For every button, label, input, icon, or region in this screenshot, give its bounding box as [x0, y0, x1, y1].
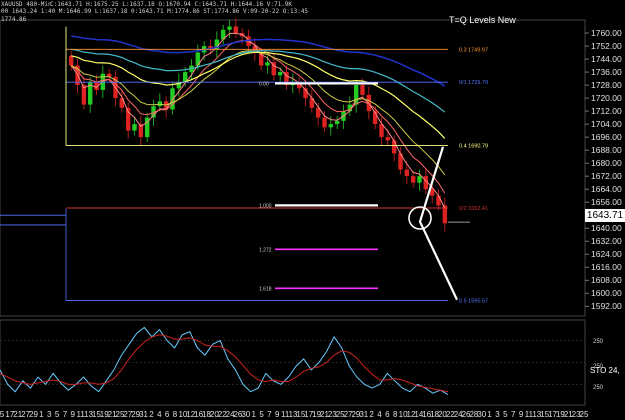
level-label: 0.5 1595.57 — [459, 298, 488, 304]
y-tick-label: 1680.00 — [591, 158, 622, 168]
y-tick-label: 1592.00 — [591, 301, 622, 311]
candle-body — [328, 124, 334, 128]
y-tick-label: 1728.00 — [591, 80, 622, 90]
stoch-tick-label: 250 — [593, 385, 604, 391]
x-tick-label: 5 — [55, 410, 60, 419]
header-symbol: XAUUSD 480-Min — [1, 1, 52, 8]
stoch-tick-label: 250 — [593, 339, 604, 345]
candle-body — [277, 72, 283, 76]
x-tick-label: 25 — [580, 410, 589, 419]
x-tick-label: 9 — [519, 410, 524, 419]
candle-body — [334, 120, 340, 125]
candle-body — [417, 176, 422, 183]
x-tick-label: 5 — [0, 410, 5, 419]
candle-body — [436, 195, 441, 206]
y-tick-label: 1736.00 — [591, 67, 622, 77]
x-tick-label: 6 — [385, 410, 390, 419]
y-tick-label: 1744.00 — [591, 54, 622, 64]
y-tick-label: 1632.00 — [591, 236, 622, 246]
x-tick-label: 9 — [275, 410, 280, 419]
fib-label: 1.000 — [259, 203, 272, 209]
chart-canvas: 1760.001752.001744.001736.001728.001720.… — [0, 18, 622, 419]
last-price-tag: 1643.71 — [585, 209, 625, 222]
x-tick-label: 3 — [47, 410, 52, 419]
y-tick-label: 1760.00 — [591, 28, 622, 38]
x-tick-label: 7 — [511, 410, 516, 419]
price-panel-frame — [0, 19, 586, 317]
candle-body — [410, 176, 416, 183]
candle-body — [385, 137, 391, 141]
x-tick-label: 8 — [393, 410, 398, 419]
x-tick-label: 31 — [139, 410, 148, 419]
y-tick-label: 1672.00 — [591, 171, 622, 181]
candle-body — [227, 26, 232, 30]
y-tick-label: 1616.00 — [591, 262, 622, 272]
candle-body — [233, 26, 239, 34]
y-tick-label: 1712.00 — [591, 106, 622, 116]
candle-body — [360, 85, 365, 95]
x-tick-label: 5 — [503, 410, 508, 419]
candle-body — [391, 140, 397, 154]
x-tick-label: 2 — [149, 410, 154, 419]
fib-label: 0.00 — [259, 81, 269, 87]
header-line2: 00 1643.24 1:40 M:1646.99 L:1637.18 0:16… — [1, 8, 309, 15]
x-tick-label: 4 — [377, 410, 382, 419]
x-tick-label: 3 — [495, 410, 500, 419]
candle-body — [322, 117, 327, 128]
level-label: 0.4 1690.79 — [459, 144, 488, 150]
y-tick-label: 1640.00 — [591, 223, 622, 233]
candle-body — [265, 62, 270, 66]
candle-body — [68, 55, 74, 66]
level-label: 0/2 1652.41 — [459, 206, 488, 212]
y-tick-label: 1624.00 — [591, 249, 622, 259]
header-ohlc: C:1643.71 H:1675.25 L:1637.18 O:1670.94 … — [50, 1, 293, 8]
x-tick-label: 2 — [369, 410, 374, 419]
y-tick-label: 1600.00 — [591, 288, 622, 298]
x-tick-label: 31 — [359, 410, 368, 419]
x-tick-label: 30 — [477, 410, 486, 419]
x-tick-label: 6 — [165, 410, 170, 419]
x-tick-label: 7 — [63, 410, 68, 419]
x-tick-label: 5 — [259, 410, 264, 419]
y-tick-label: 1752.00 — [591, 41, 622, 51]
stoch-label: STO 24, — [590, 366, 620, 375]
header-line3: 1774.86 — [1, 16, 27, 23]
y-tick-label: 1656.00 — [591, 197, 622, 207]
x-tick-label: 29 — [29, 410, 38, 419]
x-tick-label: 8 — [173, 410, 178, 419]
x-tick-label: 1 — [251, 410, 256, 419]
x-tick-label: 1 — [39, 410, 44, 419]
y-tick-label: 1608.00 — [591, 275, 622, 285]
chart-root: 1760.00 1752.00 1744.00 1736.00 1728.00 1720.… — [0, 0, 625, 420]
chart-title: T=Q Levels New — [449, 15, 516, 25]
level-label: 0.3 1749.97 — [459, 47, 488, 53]
candle-body — [132, 124, 137, 131]
candle-body — [157, 101, 163, 107]
fib-label: 1.272 — [259, 247, 272, 253]
x-tick-label: 4 — [157, 410, 162, 419]
level-label: 0/1 1729.79 — [459, 80, 488, 86]
y-tick-label: 1696.00 — [591, 132, 622, 142]
fib-label: 1.618 — [259, 286, 272, 292]
y-tick-label: 1664.00 — [591, 184, 622, 194]
candle-body — [404, 169, 410, 177]
ema-blue-line — [71, 35, 446, 87]
x-tick-label: 9 — [71, 410, 76, 419]
y-tick-label: 1704.00 — [591, 119, 622, 129]
x-tick-label: 7 — [267, 410, 272, 419]
x-tick-label: 1 — [487, 410, 492, 419]
y-tick-label: 1688.00 — [591, 145, 622, 155]
y-tick-label: 1720.00 — [591, 93, 622, 103]
x-tick-label: 30 — [241, 410, 250, 419]
